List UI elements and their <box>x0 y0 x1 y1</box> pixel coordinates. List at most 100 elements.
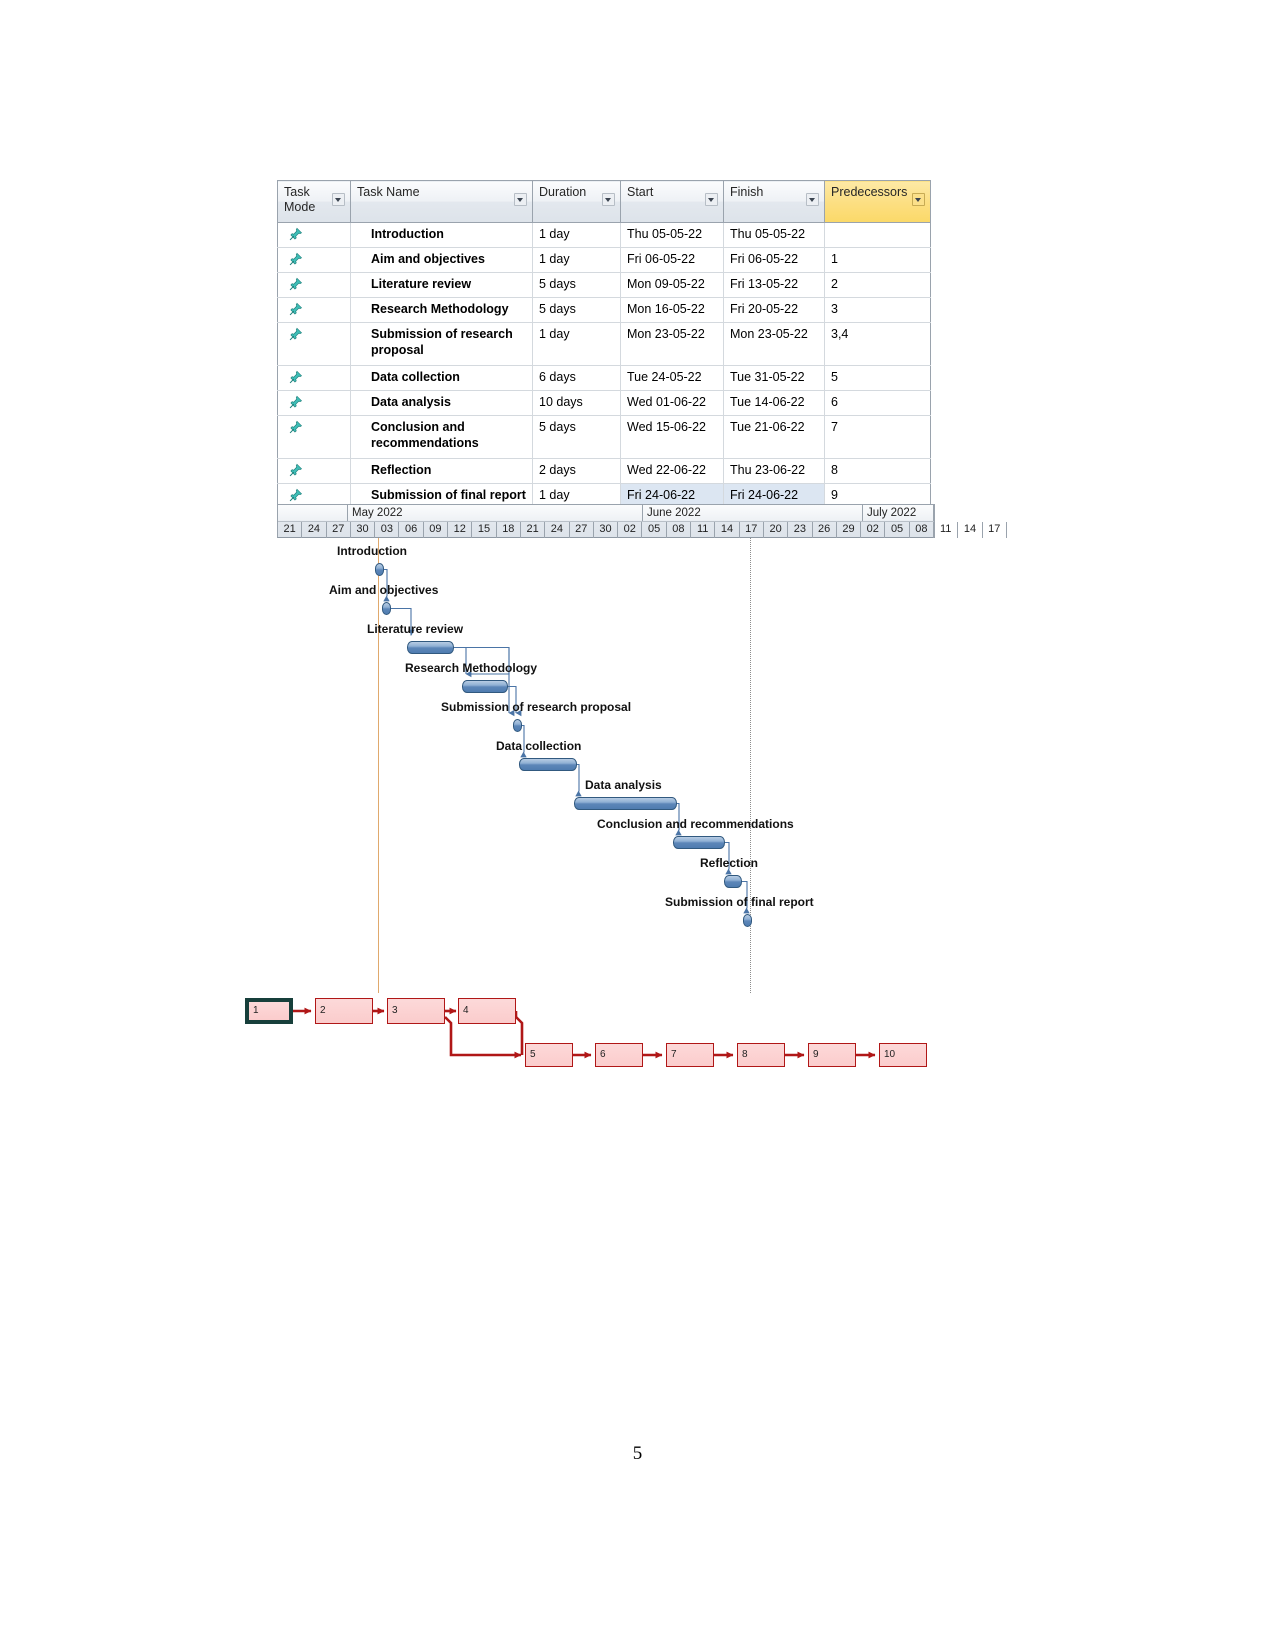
chevron-down-icon[interactable] <box>705 193 718 206</box>
cell-duration[interactable]: 10 days <box>532 390 621 416</box>
cell-duration[interactable]: 2 days <box>532 458 621 484</box>
cell-duration[interactable]: 6 days <box>532 365 621 391</box>
network-node[interactable]: 2 <box>315 998 373 1024</box>
cell-finish[interactable]: Fri 13-05-22 <box>723 272 825 298</box>
cell-predecessors[interactable] <box>824 222 931 248</box>
cell-predecessors[interactable]: 2 <box>824 272 931 298</box>
cell-predecessors[interactable]: 1 <box>824 247 931 273</box>
gantt-bar[interactable] <box>375 563 384 576</box>
cell-start[interactable]: Fri 06-05-22 <box>620 247 724 273</box>
network-node[interactable]: 10 <box>879 1043 927 1067</box>
gantt-bar[interactable] <box>462 680 508 693</box>
cell-task-name[interactable]: Introduction <box>350 222 533 248</box>
network-node[interactable]: 4 <box>458 998 516 1024</box>
pushpin-icon[interactable] <box>288 395 303 410</box>
pushpin-icon[interactable] <box>288 463 303 478</box>
cell-duration[interactable]: 5 days <box>532 297 621 323</box>
network-node[interactable]: 9 <box>808 1043 856 1067</box>
cell-predecessors[interactable]: 7 <box>824 415 931 459</box>
cell-finish[interactable]: Tue 21-06-22 <box>723 415 825 459</box>
cell-duration[interactable]: 1 day <box>532 247 621 273</box>
cell-finish[interactable]: Tue 31-05-22 <box>723 365 825 391</box>
table-row[interactable]: Data analysis 10 days Wed 01-06-22 Tue 14-0… <box>277 390 931 416</box>
cell-finish[interactable]: Thu 05-05-22 <box>723 222 825 248</box>
table-row[interactable]: Aim and objectives 1 day Fri 06-05-22 Fri 0… <box>277 247 931 273</box>
table-row[interactable]: Submission of research proposal 1 day Mon … <box>277 322 931 366</box>
cell-task-name[interactable]: Reflection <box>350 458 533 484</box>
chevron-down-icon[interactable] <box>332 193 345 206</box>
cell-finish[interactable]: Mon 23-05-22 <box>723 322 825 366</box>
cell-start[interactable]: Mon 16-05-22 <box>620 297 724 323</box>
cell-task-name[interactable]: Research Methodology <box>350 297 533 323</box>
gantt-bar[interactable] <box>743 914 752 927</box>
gantt-bar[interactable] <box>407 641 454 654</box>
gantt-bar[interactable] <box>724 875 742 888</box>
network-node[interactable]: 8 <box>737 1043 785 1067</box>
cell-predecessors[interactable]: 6 <box>824 390 931 416</box>
cell-task-mode[interactable] <box>277 247 351 273</box>
pushpin-icon[interactable] <box>288 420 303 435</box>
cell-task-name[interactable]: Data analysis <box>350 390 533 416</box>
pushpin-icon[interactable] <box>288 252 303 267</box>
cell-start[interactable]: Mon 09-05-22 <box>620 272 724 298</box>
chevron-down-icon[interactable] <box>514 193 527 206</box>
network-node[interactable]: 5 <box>525 1043 573 1067</box>
chevron-down-icon[interactable] <box>912 193 925 206</box>
gantt-bar[interactable] <box>673 836 725 849</box>
cell-duration[interactable]: 1 day <box>532 322 621 366</box>
gantt-bar[interactable] <box>574 797 677 810</box>
cell-duration[interactable]: 1 day <box>532 222 621 248</box>
project-task-grid[interactable]: Task Mode Task Name Duration Start Finis… <box>277 180 931 509</box>
cell-task-name[interactable]: Submission of research proposal <box>350 322 533 366</box>
cell-finish[interactable]: Fri 06-05-22 <box>723 247 825 273</box>
cell-task-name[interactable]: Literature review <box>350 272 533 298</box>
cell-start[interactable]: Wed 01-06-22 <box>620 390 724 416</box>
cell-task-name[interactable]: Aim and objectives <box>350 247 533 273</box>
cell-start[interactable]: Wed 22-06-22 <box>620 458 724 484</box>
chevron-down-icon[interactable] <box>602 193 615 206</box>
cell-task-name[interactable]: Conclusion and recommendations <box>350 415 533 459</box>
cell-finish[interactable]: Tue 14-06-22 <box>723 390 825 416</box>
cell-predecessors[interactable]: 3 <box>824 297 931 323</box>
table-row[interactable]: Reflection 2 days Wed 22-06-22 Thu 23-06-22… <box>277 458 931 484</box>
cell-task-mode[interactable] <box>277 415 351 459</box>
cell-task-name[interactable]: Data collection <box>350 365 533 391</box>
pushpin-icon[interactable] <box>288 277 303 292</box>
cell-predecessors[interactable]: 3,4 <box>824 322 931 366</box>
pushpin-icon[interactable] <box>288 227 303 242</box>
gantt-bar[interactable] <box>382 602 391 615</box>
table-row[interactable]: Data collection 6 days Tue 24-05-22 Tue 31-… <box>277 365 931 391</box>
network-node[interactable]: 3 <box>387 998 445 1024</box>
gantt-bar[interactable] <box>519 758 577 771</box>
cell-task-mode[interactable] <box>277 390 351 416</box>
cell-task-mode[interactable] <box>277 322 351 366</box>
column-header-task-mode[interactable]: Task Mode <box>277 180 351 223</box>
network-node[interactable]: 6 <box>595 1043 643 1067</box>
cell-start[interactable]: Tue 24-05-22 <box>620 365 724 391</box>
network-node[interactable]: 7 <box>666 1043 714 1067</box>
cell-predecessors[interactable]: 8 <box>824 458 931 484</box>
cell-start[interactable]: Mon 23-05-22 <box>620 322 724 366</box>
column-header-duration[interactable]: Duration <box>532 180 621 223</box>
cell-finish[interactable]: Thu 23-06-22 <box>723 458 825 484</box>
cell-duration[interactable]: 5 days <box>532 272 621 298</box>
pushpin-icon[interactable] <box>288 488 303 503</box>
cell-task-mode[interactable] <box>277 297 351 323</box>
table-row[interactable]: Conclusion and recommendations 5 days Wed … <box>277 415 931 459</box>
cell-finish[interactable]: Fri 20-05-22 <box>723 297 825 323</box>
cell-predecessors[interactable]: 5 <box>824 365 931 391</box>
table-row[interactable]: Literature review 5 days Mon 09-05-22 Fri 1… <box>277 272 931 298</box>
column-header-task-name[interactable]: Task Name <box>350 180 533 223</box>
cell-duration[interactable]: 5 days <box>532 415 621 459</box>
column-header-start[interactable]: Start <box>620 180 724 223</box>
cell-task-mode[interactable] <box>277 458 351 484</box>
pushpin-icon[interactable] <box>288 302 303 317</box>
cell-task-mode[interactable] <box>277 365 351 391</box>
chevron-down-icon[interactable] <box>806 193 819 206</box>
cell-start[interactable]: Wed 15-06-22 <box>620 415 724 459</box>
cell-task-mode[interactable] <box>277 222 351 248</box>
table-row[interactable]: Introduction 1 day Thu 05-05-22 Thu 05-05-2… <box>277 222 931 248</box>
pushpin-icon[interactable] <box>288 327 303 342</box>
gantt-bar[interactable] <box>513 719 522 732</box>
table-row[interactable]: Research Methodology 5 days Mon 16-05-22 Fr… <box>277 297 931 323</box>
